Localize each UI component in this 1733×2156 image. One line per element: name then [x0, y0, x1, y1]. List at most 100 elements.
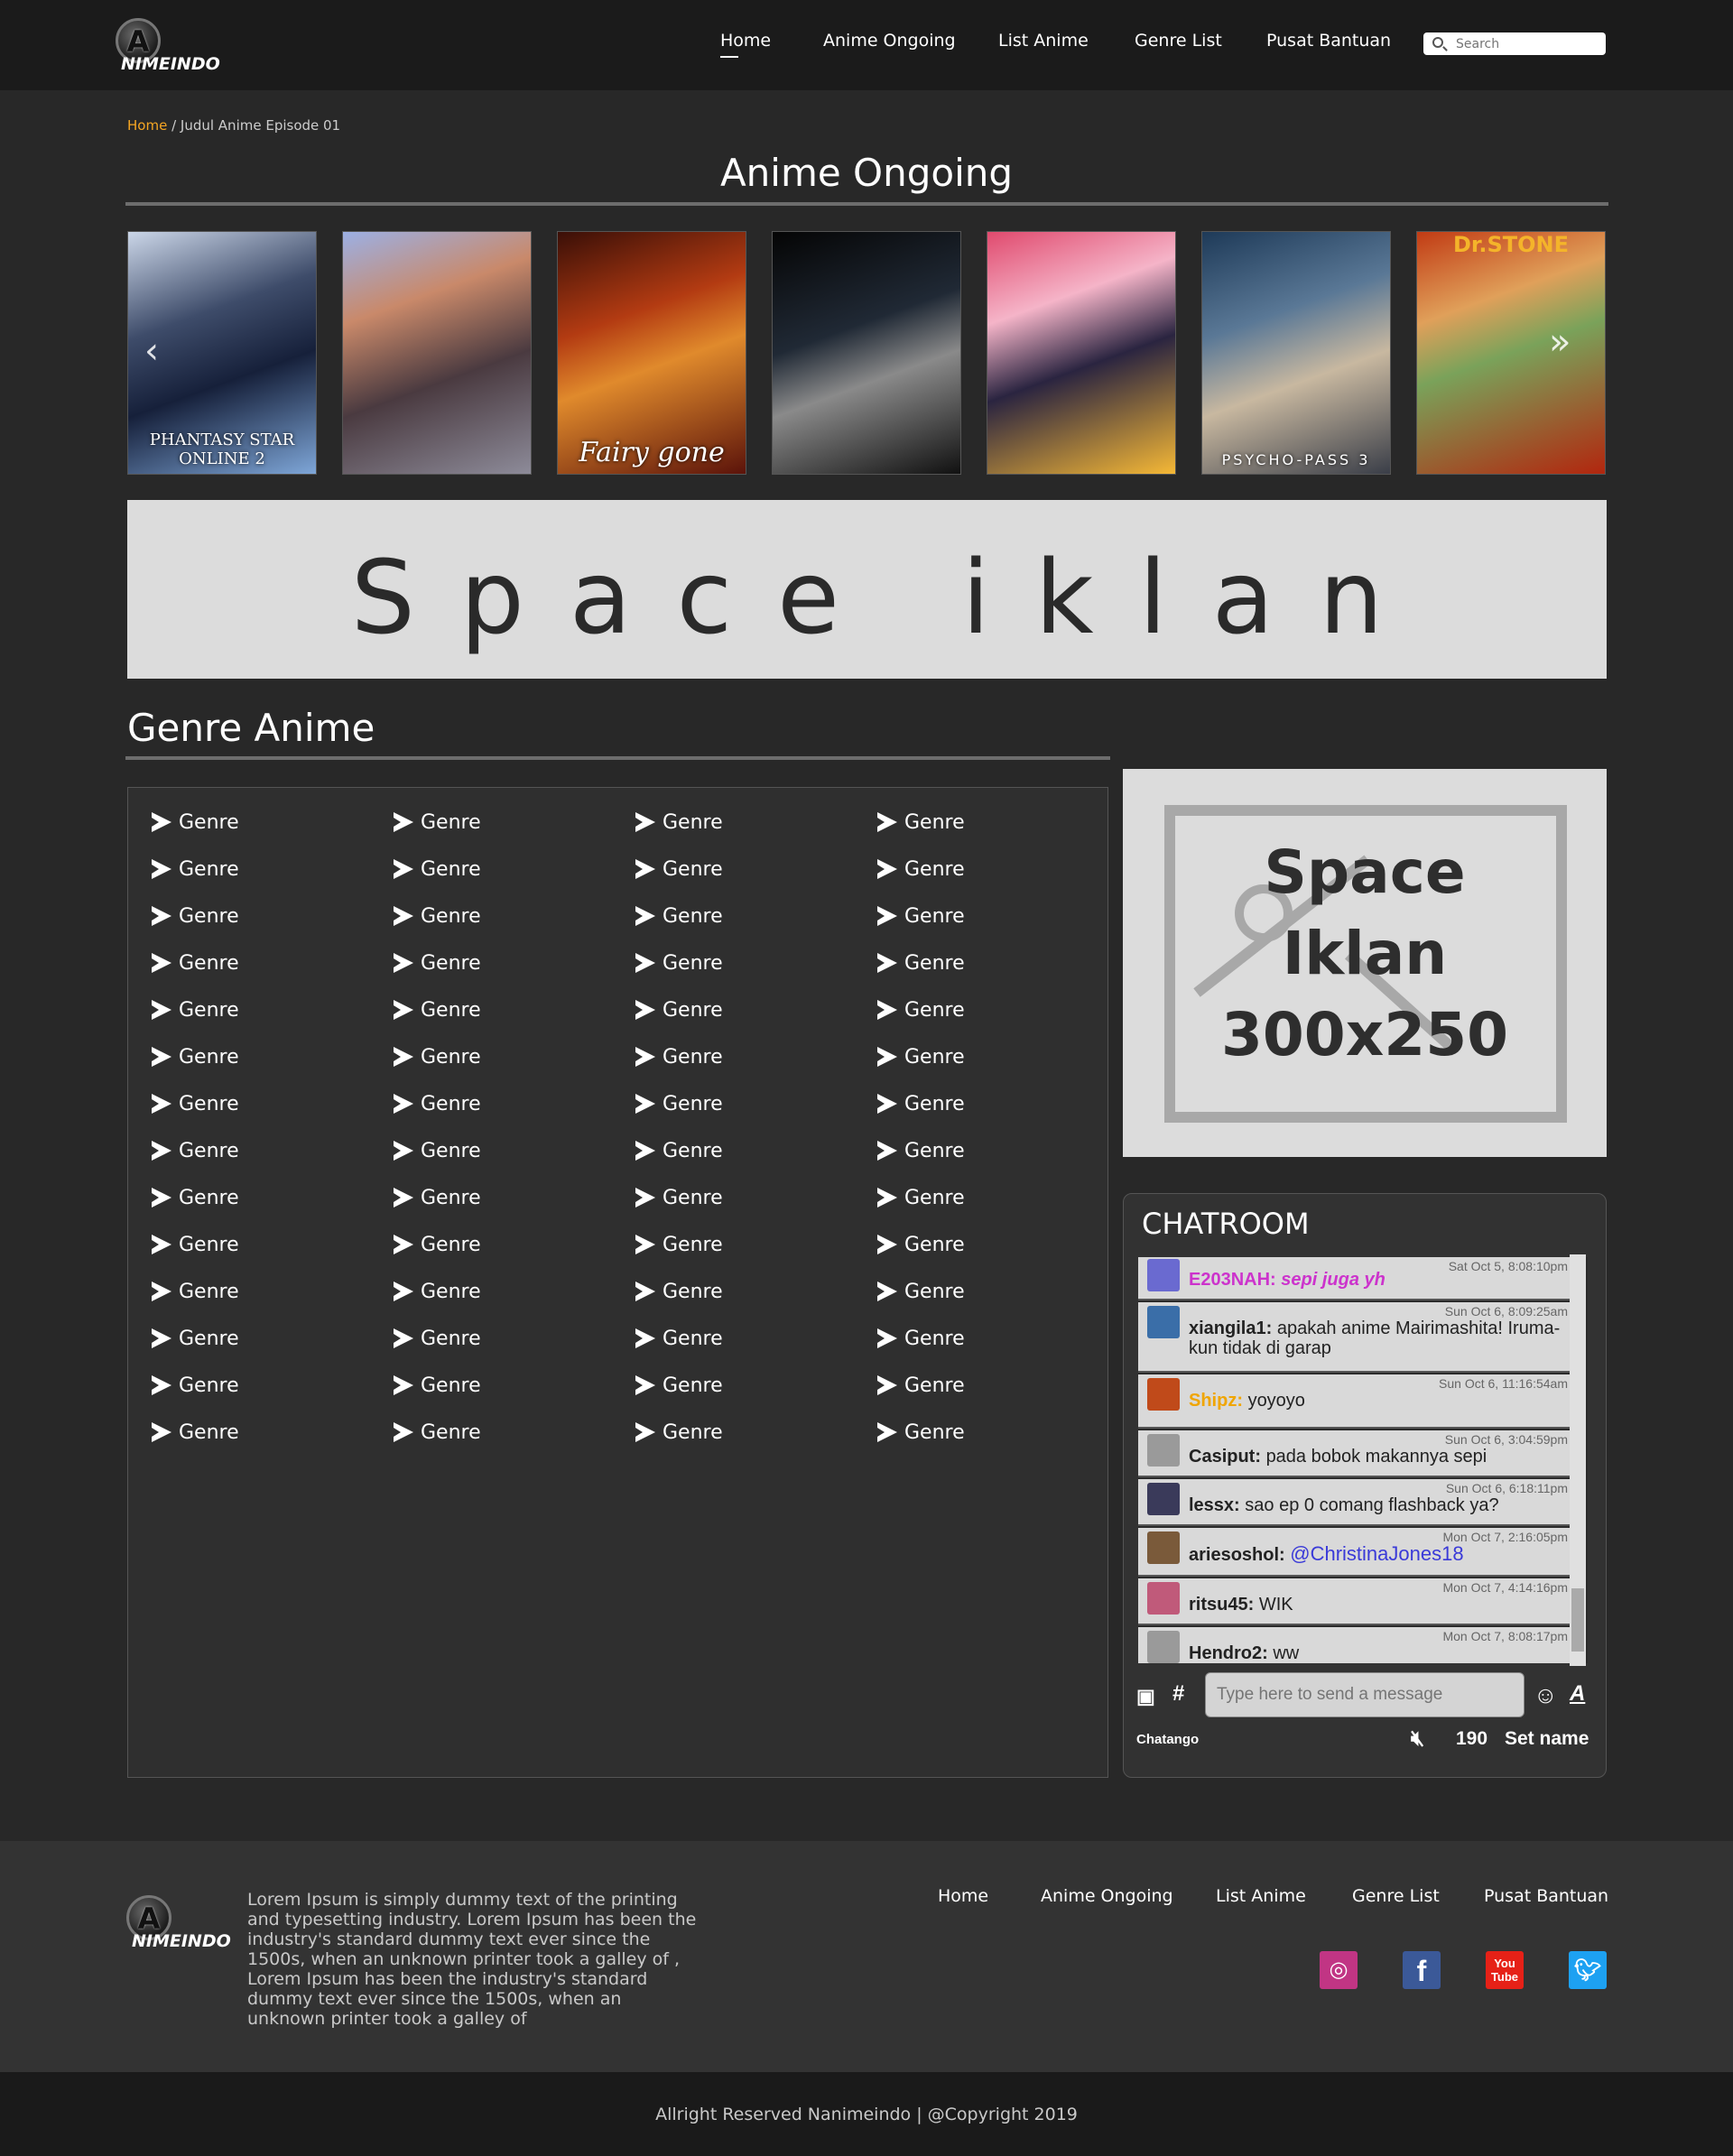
genre-item[interactable]: Genre: [394, 858, 481, 881]
chat-scroll-thumb[interactable]: [1571, 1588, 1584, 1652]
footer-logo[interactable]: A NIMEINDO: [123, 1893, 240, 1957]
genre-item[interactable]: Genre: [152, 1140, 239, 1162]
genre-item[interactable]: Genre: [635, 1234, 723, 1256]
avatar[interactable]: [1147, 1306, 1180, 1338]
set-name-button[interactable]: Set name: [1505, 1728, 1589, 1750]
genre-item[interactable]: Genre: [635, 1093, 723, 1115]
chat-input-box[interactable]: [1205, 1672, 1524, 1717]
genre-item[interactable]: Genre: [877, 1328, 965, 1350]
genre-item[interactable]: Genre: [152, 811, 239, 834]
facebook-icon[interactable]: f: [1403, 1951, 1441, 1989]
message-author[interactable]: ariesoshol:: [1189, 1545, 1285, 1565]
genre-item[interactable]: Genre: [635, 1046, 723, 1069]
chevron-left-icon[interactable]: ‹: [144, 330, 159, 372]
genre-item[interactable]: Genre: [877, 811, 965, 834]
genre-item[interactable]: Genre: [394, 1421, 481, 1444]
camera-icon[interactable]: ▣: [1136, 1685, 1155, 1708]
genre-item[interactable]: Genre: [877, 1281, 965, 1303]
genre-item[interactable]: Genre: [877, 1093, 965, 1115]
emoji-icon[interactable]: ☺: [1534, 1681, 1558, 1709]
chat-scrollbar[interactable]: [1570, 1254, 1586, 1666]
genre-item[interactable]: Genre: [152, 1093, 239, 1115]
nav-home[interactable]: Home: [720, 31, 771, 58]
mute-icon[interactable]: 🔇︎: [1411, 1726, 1424, 1752]
genre-item[interactable]: Genre: [152, 1374, 239, 1397]
footer-nav-pusat-bantuan[interactable]: Pusat Bantuan: [1484, 1886, 1608, 1906]
text-format-icon[interactable]: A: [1570, 1681, 1585, 1707]
footer-nav-genre-list[interactable]: Genre List: [1352, 1886, 1440, 1906]
twitter-icon[interactable]: 🐦︎: [1569, 1951, 1607, 1989]
genre-item[interactable]: Genre: [394, 1374, 481, 1397]
genre-item[interactable]: Genre: [152, 1281, 239, 1303]
genre-item[interactable]: Genre: [635, 1374, 723, 1397]
search-input[interactable]: [1456, 34, 1600, 53]
genre-item[interactable]: Genre: [635, 1140, 723, 1162]
avatar[interactable]: [1147, 1483, 1180, 1515]
genre-item[interactable]: Genre: [635, 999, 723, 1022]
genre-item[interactable]: Genre: [635, 858, 723, 881]
genre-item[interactable]: Genre: [635, 952, 723, 975]
genre-item[interactable]: Genre: [394, 999, 481, 1022]
nav-genre-list[interactable]: Genre List: [1135, 31, 1222, 51]
genre-item[interactable]: Genre: [877, 999, 965, 1022]
message-author[interactable]: lessx:: [1189, 1495, 1240, 1515]
genre-item[interactable]: Genre: [635, 1421, 723, 1444]
poster-4[interactable]: [772, 231, 961, 475]
poster-7[interactable]: Dr.STONE: [1416, 231, 1606, 475]
footer-nav-home[interactable]: Home: [938, 1886, 988, 1906]
genre-item[interactable]: Genre: [394, 1281, 481, 1303]
genre-item[interactable]: Genre: [152, 1234, 239, 1256]
instagram-icon[interactable]: ◎: [1320, 1951, 1358, 1989]
genre-item[interactable]: Genre: [152, 1421, 239, 1444]
genre-item[interactable]: Genre: [877, 1421, 965, 1444]
footer-nav-anime-ongoing[interactable]: Anime Ongoing: [1041, 1886, 1173, 1906]
nav-list-anime[interactable]: List Anime: [998, 31, 1089, 51]
nav-pusat-bantuan[interactable]: Pusat Bantuan: [1266, 31, 1391, 51]
side-ad[interactable]: Space Iklan 300x250: [1123, 769, 1607, 1157]
chevron-right-icon[interactable]: »: [1549, 321, 1571, 363]
youtube-icon[interactable]: You Tube: [1486, 1951, 1524, 1989]
genre-item[interactable]: Genre: [394, 1328, 481, 1350]
genre-item[interactable]: Genre: [635, 1328, 723, 1350]
genre-item[interactable]: Genre: [394, 1187, 481, 1209]
avatar[interactable]: [1147, 1531, 1180, 1564]
genre-item[interactable]: Genre: [877, 1234, 965, 1256]
hashtag-button[interactable]: #: [1172, 1681, 1184, 1707]
poster-5[interactable]: [987, 231, 1176, 475]
chatango-brand[interactable]: Chatango: [1136, 1732, 1199, 1747]
genre-item[interactable]: Genre: [394, 811, 481, 834]
genre-item[interactable]: Genre: [394, 952, 481, 975]
avatar[interactable]: [1147, 1631, 1180, 1663]
avatar[interactable]: [1147, 1582, 1180, 1615]
message-author[interactable]: E203NAH:: [1189, 1270, 1276, 1290]
genre-item[interactable]: Genre: [635, 1281, 723, 1303]
avatar[interactable]: [1147, 1378, 1180, 1411]
message-author[interactable]: Shipz:: [1189, 1391, 1243, 1411]
genre-item[interactable]: Genre: [877, 1187, 965, 1209]
poster-6[interactable]: PSYCHO-PASS 3: [1201, 231, 1391, 475]
genre-item[interactable]: Genre: [152, 999, 239, 1022]
message-author[interactable]: Hendro2:: [1189, 1643, 1268, 1663]
genre-item[interactable]: Genre: [877, 952, 965, 975]
genre-item[interactable]: Genre: [635, 905, 723, 928]
genre-item[interactable]: Genre: [152, 905, 239, 928]
site-logo[interactable]: A NIMEINDO: [112, 16, 229, 79]
genre-item[interactable]: Genre: [152, 1046, 239, 1069]
chat-message-input[interactable]: [1206, 1673, 1524, 1716]
nav-anime-ongoing[interactable]: Anime Ongoing: [823, 31, 956, 51]
genre-item[interactable]: Genre: [152, 1328, 239, 1350]
message-author[interactable]: ritsu45:: [1189, 1595, 1254, 1615]
genre-item[interactable]: Genre: [152, 1187, 239, 1209]
chat-messages[interactable]: Sat Oct 5, 8:08:10pm E203NAH: sepi juga y…: [1138, 1257, 1588, 1663]
footer-nav-list-anime[interactable]: List Anime: [1216, 1886, 1306, 1906]
search-box[interactable]: [1423, 32, 1606, 55]
genre-item[interactable]: Genre: [877, 1374, 965, 1397]
genre-item[interactable]: Genre: [152, 952, 239, 975]
message-author[interactable]: xiangila1:: [1189, 1319, 1272, 1338]
genre-item[interactable]: Genre: [635, 811, 723, 834]
poster-2[interactable]: [342, 231, 532, 475]
genre-item[interactable]: Genre: [877, 905, 965, 928]
genre-item[interactable]: Genre: [394, 1093, 481, 1115]
avatar[interactable]: [1147, 1259, 1180, 1291]
genre-item[interactable]: Genre: [877, 1140, 965, 1162]
